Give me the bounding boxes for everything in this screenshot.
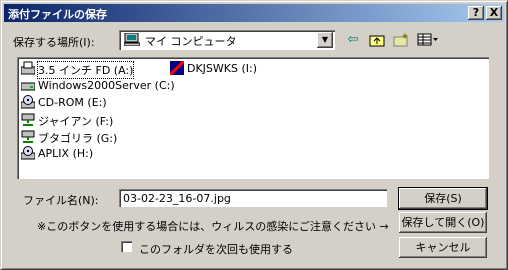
remember-folder-checkbox[interactable] [121,241,132,252]
network-drive-icon [21,113,35,126]
title-bar: 添付ファイルの保存 ? X [4,4,504,22]
location-label: 保存する場所(I): [13,36,95,49]
cdrom-icon [21,95,35,109]
filename-input[interactable]: 03-02-23_16-07.jpg [119,189,387,207]
file-list[interactable]: 3.5 インチ FD (A:) Windows2000Server (C:) C… [17,57,489,179]
my-computer-icon [124,33,140,46]
network-drive-icon [21,130,35,143]
hard-drive-icon [21,82,35,91]
remember-folder-label: このフォルダを次回も使用する [139,243,293,256]
cancel-button[interactable]: キャンセル [399,237,487,258]
up-folder-icon[interactable] [367,31,387,49]
location-combo[interactable]: マイ コンピュータ ▼ [119,30,335,50]
location-value: マイ コンピュータ [145,35,237,48]
save-button[interactable]: 保存(S) [398,187,488,210]
help-button[interactable]: ? [468,6,484,20]
new-folder-icon[interactable] [391,31,411,49]
save-attachment-dialog: 添付ファイルの保存 ? X 保存する場所(I): マイ コンピュータ ▼ ⇦ 3… [0,0,508,270]
removable-drive-icon [170,61,184,75]
back-icon[interactable]: ⇦ [343,31,363,49]
dialog-title: 添付ファイルの保存 [8,8,107,21]
virus-warning: ※このボタンを使用する場合には、ウィルスの感染にご注意ください → [37,220,389,233]
floppy-drive-icon [21,61,35,75]
save-and-open-button[interactable]: 保存して開く(O) [399,212,487,233]
close-button[interactable]: X [486,6,502,20]
filename-label: ファイル名(N): [23,194,99,207]
view-menu-icon[interactable] [415,31,441,49]
chevron-down-icon[interactable]: ▼ [317,32,333,48]
cdrom-icon [21,146,35,160]
